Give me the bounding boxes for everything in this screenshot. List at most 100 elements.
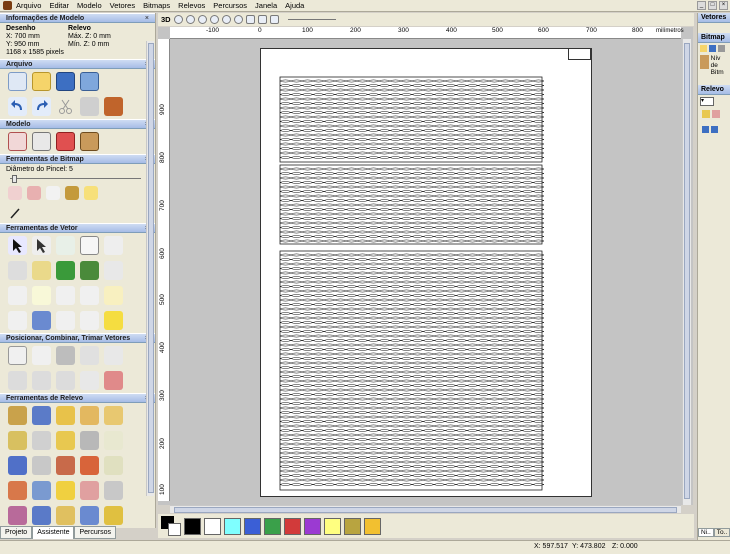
color-swatch[interactable] [224, 517, 241, 535]
paint-brush-icon[interactable] [8, 186, 22, 200]
current-color-indicator[interactable] [161, 516, 181, 536]
relief-texture-icon[interactable] [80, 506, 99, 525]
two-rail-icon[interactable] [104, 406, 123, 425]
color-swatch[interactable] [244, 517, 261, 535]
curve-icon[interactable] [8, 286, 27, 305]
color-swatch[interactable] [184, 517, 201, 535]
sculpt-icon[interactable] [8, 431, 27, 450]
model-image-icon[interactable] [80, 132, 99, 151]
copy-icon[interactable] [80, 97, 99, 116]
eraser-icon[interactable] [65, 186, 79, 200]
view-3d-button[interactable]: 3D [161, 15, 171, 24]
smooth-icon[interactable] [56, 286, 75, 305]
texture-icon[interactable] [104, 431, 123, 450]
zoom-all-icon[interactable] [209, 15, 219, 24]
tab-projeto[interactable]: Projeto [0, 526, 33, 539]
join-icon[interactable] [56, 311, 75, 330]
cut-vector-icon[interactable] [8, 311, 27, 330]
delete-icon[interactable] [718, 45, 725, 52]
menu-relevos[interactable]: Relevos [178, 1, 205, 10]
turn-icon[interactable] [80, 406, 99, 425]
fill-icon[interactable] [27, 186, 41, 200]
relief-erase-icon[interactable] [8, 506, 27, 525]
move-up-icon[interactable] [702, 126, 709, 133]
new-file-icon[interactable] [8, 72, 27, 91]
color-swatch[interactable] [304, 517, 321, 535]
relief-bake-icon[interactable] [104, 506, 123, 525]
cut-icon[interactable] [56, 97, 75, 116]
offset-relief-icon[interactable] [80, 431, 99, 450]
color-swatch[interactable] [204, 517, 221, 535]
vector-doctor-icon[interactable] [8, 261, 27, 280]
view-slider[interactable] [287, 19, 336, 20]
snap-grid-icon[interactable] [56, 261, 75, 280]
model-origin-icon[interactable] [56, 132, 75, 151]
model-size-icon[interactable] [32, 132, 51, 151]
rotate-icon[interactable] [32, 346, 51, 365]
star-relief-icon[interactable] [8, 456, 27, 475]
model-setup-icon[interactable] [8, 132, 27, 151]
weave-relief-icon[interactable] [32, 456, 51, 475]
fillet-icon[interactable] [80, 286, 99, 305]
chevron-icon[interactable] [104, 286, 123, 305]
tab-niveis[interactable]: Ni.. [698, 528, 714, 537]
menu-arquivo[interactable]: Arquivo [16, 1, 41, 10]
vector-view-icon[interactable] [257, 15, 267, 24]
menu-editar[interactable]: Editar [49, 1, 69, 10]
zoom-window-icon[interactable] [221, 15, 231, 24]
nest-icon[interactable] [56, 346, 75, 365]
zoom-out-icon[interactable] [185, 15, 195, 24]
relief-stamp-icon[interactable] [56, 506, 75, 525]
tab-assistente[interactable]: Assistente [32, 526, 75, 539]
menu-percursos[interactable]: Percursos [213, 1, 247, 10]
pencil-icon[interactable] [8, 206, 22, 220]
restore-button[interactable]: □ [708, 1, 717, 10]
star-icon[interactable] [104, 311, 123, 330]
bitmap-view-icon[interactable] [245, 15, 255, 24]
rectangle-icon[interactable] [80, 236, 99, 255]
canvas-vertical-scrollbar[interactable] [682, 39, 691, 505]
color-swatch[interactable] [364, 517, 381, 535]
tab-percursos[interactable]: Percursos [74, 526, 116, 539]
spin-icon[interactable] [56, 406, 75, 425]
subtract-icon[interactable] [56, 371, 75, 390]
blend-icon[interactable] [84, 186, 98, 200]
distort-icon[interactable] [104, 371, 123, 390]
zoom-previous-icon[interactable] [197, 15, 207, 24]
scale-icon[interactable] [32, 371, 51, 390]
close-icon[interactable]: × [145, 14, 149, 23]
mirror-icon[interactable] [8, 371, 27, 390]
save-icon[interactable] [56, 72, 75, 91]
weave-icon[interactable] [32, 311, 51, 330]
minimize-button[interactable]: _ [697, 1, 706, 10]
menu-janela[interactable]: Janela [255, 1, 277, 10]
node-edit-icon[interactable] [32, 236, 51, 255]
break-icon[interactable] [80, 311, 99, 330]
dome-icon[interactable] [56, 456, 75, 475]
text-icon[interactable] [104, 236, 123, 255]
trim-icon[interactable] [80, 371, 99, 390]
paste-icon[interactable] [104, 97, 123, 116]
relief-layer-icon[interactable] [702, 110, 710, 118]
tab-tools[interactable]: To.. [713, 528, 730, 537]
open-folder-icon[interactable] [32, 72, 51, 91]
relief-merge-icon[interactable] [80, 481, 99, 500]
offset-icon[interactable] [80, 261, 99, 280]
eyedropper-icon[interactable] [46, 186, 60, 200]
relief-mask-icon[interactable] [32, 481, 51, 500]
relief-clipart-icon[interactable] [8, 481, 27, 500]
shell-icon[interactable] [80, 456, 99, 475]
bitmap-layer[interactable]: Nív de Bitm [698, 54, 730, 77]
save-as-icon[interactable] [80, 72, 99, 91]
zoom-fit-icon[interactable] [233, 15, 243, 24]
brush-slider[interactable] [8, 175, 147, 183]
relief-blend-icon[interactable] [104, 481, 123, 500]
color-swatch[interactable] [344, 517, 361, 535]
canvas-horizontal-scrollbar[interactable] [170, 505, 681, 513]
save-icon[interactable] [709, 45, 716, 52]
relief-wedge-icon[interactable] [56, 481, 75, 500]
folder-icon[interactable] [700, 45, 707, 52]
redo-icon[interactable] [32, 97, 51, 116]
close-button[interactable]: × [719, 1, 728, 10]
shape-editor-icon[interactable] [8, 406, 27, 425]
